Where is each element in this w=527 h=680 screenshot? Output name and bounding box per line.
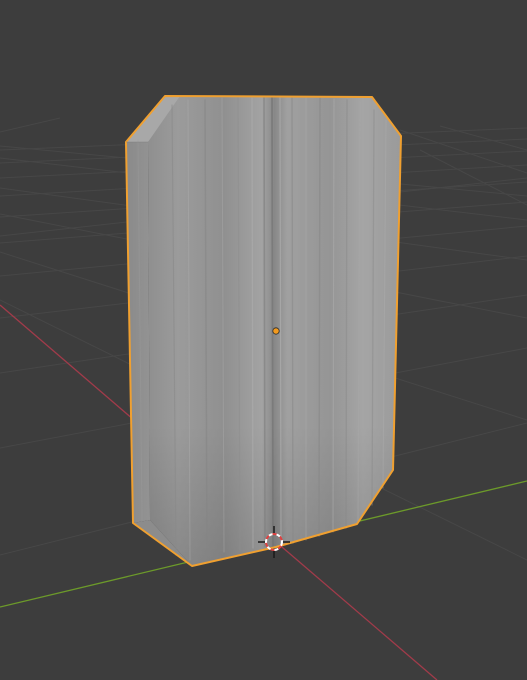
3d-viewport[interactable] [0, 0, 527, 680]
object-origin-dot[interactable] [272, 327, 280, 335]
viewport-canvas[interactable] [0, 0, 527, 680]
selected-mesh-object[interactable] [125, 95, 402, 567]
